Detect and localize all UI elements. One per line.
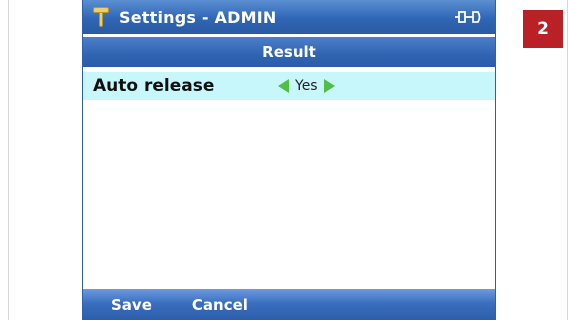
wrench-icon [93,6,109,28]
setting-value: Yes [295,78,318,94]
step-badge: 2 [523,10,563,48]
title-bar: Settings - ADMIN [83,0,495,34]
value-selector[interactable]: Yes [278,78,335,94]
left-arrow-icon[interactable] [278,79,289,93]
cancel-button[interactable]: Cancel [192,296,248,314]
plug-icon [455,11,481,23]
window-title: Settings - ADMIN [119,7,277,27]
soft-key-bar: Save Cancel [83,289,495,320]
setting-label: Auto release [93,76,215,96]
section-title: Result [83,37,495,67]
right-arrow-icon[interactable] [323,79,335,93]
save-button[interactable]: Save [111,296,152,314]
device-screen: Settings - ADMIN Result Auto release Yes… [82,0,496,320]
setting-row-auto-release[interactable]: Auto release Yes [83,72,495,100]
